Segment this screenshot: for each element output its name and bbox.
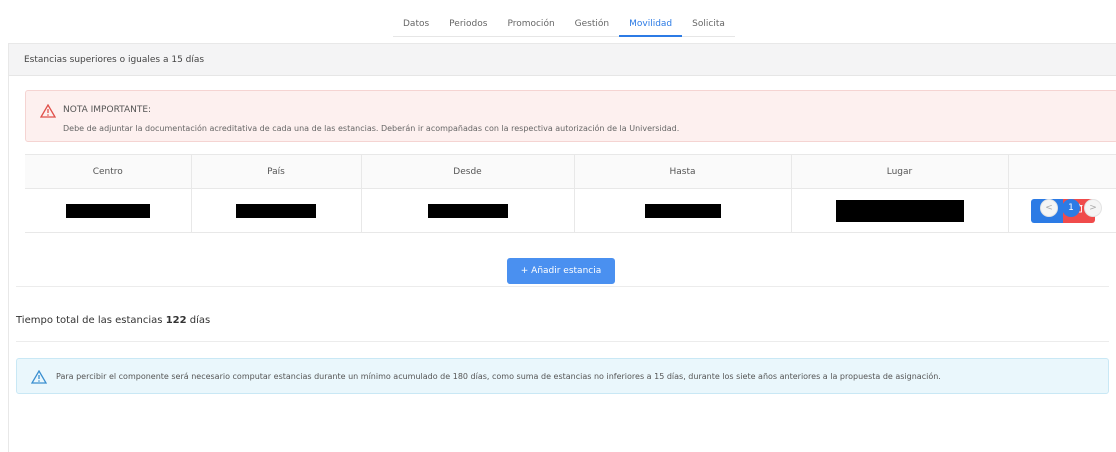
- warning-icon: [39, 103, 57, 121]
- column-header-actions: [1008, 154, 1116, 189]
- total-duration: Tiempo total de las estancias 122 días: [16, 315, 210, 326]
- total-value: 122: [165, 315, 187, 326]
- pagination-page-1[interactable]: 1: [1062, 199, 1080, 217]
- redacted-block: [427, 203, 508, 218]
- redacted-block: [65, 203, 150, 218]
- section-title: Estancias superiores o iguales a 15 días: [9, 44, 1116, 76]
- add-estancia-label: Añadir estancia: [531, 266, 602, 276]
- divider: [16, 341, 1109, 342]
- total-suffix: días: [189, 315, 211, 326]
- redacted-block: [835, 199, 964, 222]
- cell-desde: [361, 188, 575, 233]
- important-notice: NOTA IMPORTANTE: Debe de adjuntar la doc…: [25, 90, 1116, 142]
- column-header-desde: Desde: [361, 154, 575, 189]
- column-header-pais: País: [191, 154, 362, 189]
- redacted-block: [236, 203, 316, 218]
- add-estancia-button[interactable]: + Añadir estancia: [507, 258, 615, 284]
- tab-promocion[interactable]: Promoción: [497, 13, 564, 37]
- estancias-table: Centro País Desde Hasta Lugar: [25, 154, 1116, 233]
- cell-hasta: [574, 188, 792, 233]
- pagination-prev-button[interactable]: <: [1040, 199, 1058, 217]
- tab-datos[interactable]: Datos: [393, 13, 439, 37]
- tab-bar: Datos Periodos Promoción Gestión Movilid…: [393, 13, 735, 37]
- plus-icon: +: [520, 266, 529, 276]
- column-header-lugar: Lugar: [791, 154, 1009, 189]
- info-text: Para percibir el componente será necesar…: [56, 372, 941, 381]
- cell-lugar: [791, 188, 1009, 233]
- tab-movilidad[interactable]: Movilidad: [619, 13, 683, 37]
- info-notice: Para percibir el componente será necesar…: [16, 358, 1109, 394]
- pagination-next-button[interactable]: >: [1084, 199, 1102, 217]
- redacted-block: [644, 203, 721, 218]
- column-header-centro: Centro: [25, 154, 192, 189]
- divider: [16, 286, 1109, 287]
- tab-solicita[interactable]: Solicita: [682, 13, 735, 37]
- notice-body: Debe de adjuntar la documentación acredi…: [63, 124, 680, 133]
- pagination: < 1 >: [1040, 199, 1102, 217]
- cell-centro: [25, 188, 192, 233]
- column-header-hasta: Hasta: [574, 154, 792, 189]
- table-row: [25, 188, 1116, 233]
- total-prefix: Tiempo total de las estancias: [16, 315, 163, 326]
- warning-icon: [30, 369, 48, 387]
- cell-pais: [191, 188, 362, 233]
- tab-periodos[interactable]: Periodos: [439, 13, 497, 37]
- tab-gestion[interactable]: Gestión: [565, 13, 619, 37]
- notice-title: NOTA IMPORTANTE:: [63, 105, 152, 115]
